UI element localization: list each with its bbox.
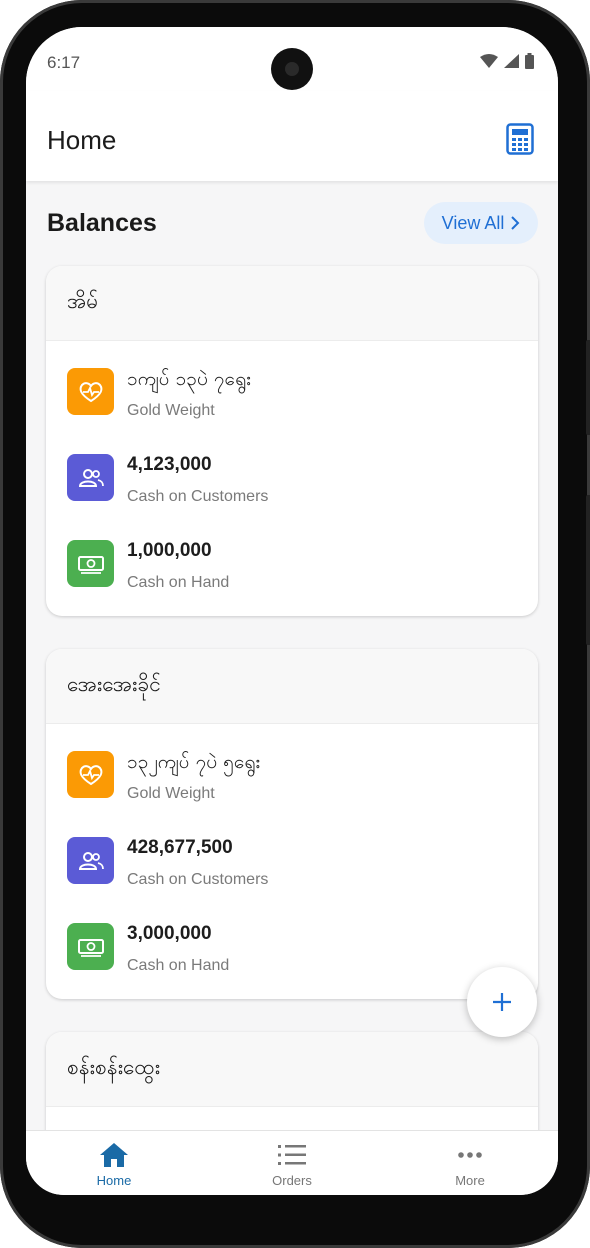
cash-on-customers-value: 4,123,000 [127, 454, 212, 475]
cash-on-hand-row: 3,000,000 Cash on Hand [67, 923, 229, 974]
gold-heart-icon [67, 751, 114, 798]
front-camera [271, 48, 313, 90]
plus-icon [493, 993, 511, 1011]
users-icon [67, 837, 114, 884]
tab-orders-label: Orders [272, 1173, 312, 1188]
page-title: Home [47, 125, 117, 155]
status-bar: 6:17 [26, 27, 558, 91]
volume-button [586, 340, 590, 435]
status-icons [480, 53, 534, 69]
banknote-icon [67, 923, 114, 970]
balances-title: Balances [47, 209, 157, 237]
app-bar: Home [26, 91, 558, 181]
cash-on-customers-label: Cash on Customers [127, 488, 269, 505]
gold-weight-row: ၁ကျပ် ၁၃ပဲ ၇ရွေး Gold Weight [67, 368, 251, 419]
cash-on-hand-value: 3,000,000 [127, 923, 212, 944]
cash-on-customers-row: 4,123,000 Cash on Customers [67, 454, 268, 505]
gold-weight-value: ၁၃၂ကျပ် ၇ပဲ ၅ရွေး [127, 751, 261, 773]
gold-weight-row: ၁၃၂ကျပ် ၇ပဲ ၅ရွေး Gold Weight [67, 751, 261, 802]
cash-on-customers-label: Cash on Customers [127, 871, 269, 888]
cash-on-customers-value: 428,677,500 [127, 837, 233, 858]
bottom-nav: Home Orders More [26, 1130, 558, 1195]
power-button [586, 495, 590, 645]
users-icon [67, 454, 114, 501]
cash-on-customers-row: 428,677,500 Cash on Customers [67, 837, 268, 888]
cash-on-hand-label: Cash on Hand [127, 957, 230, 974]
add-button[interactable] [467, 967, 537, 1037]
cash-on-hand-label: Cash on Hand [127, 574, 230, 591]
cash-on-hand-value: 1,000,000 [127, 540, 212, 561]
view-all-label: View All [441, 212, 505, 233]
balance-card[interactable]: အိမ် ၁ကျပ် ၁၃ပဲ ၇ရွေး Gold Weight 4,123,… [46, 266, 538, 616]
wifi-icon [480, 54, 498, 68]
gold-weight-label: Gold Weight [127, 785, 215, 802]
more-icon [458, 1152, 482, 1158]
balance-card[interactable]: အေးအေးခိုင် ၁၃၂ကျပ် ၇ပဲ ၅ရွေး Gold Weigh… [46, 649, 538, 999]
chevron-right-icon [511, 216, 520, 230]
tab-home-label: Home [96, 1173, 132, 1188]
battery-icon [525, 53, 534, 69]
card-title: စန်းစန်းထွေး [46, 1032, 538, 1107]
tab-more[interactable]: More [410, 1131, 530, 1195]
tab-orders[interactable]: Orders [232, 1131, 352, 1195]
gold-weight-value: ၁ကျပ် ၁၃ပဲ ၇ရွေး [127, 368, 251, 390]
tab-more-label: More [455, 1173, 485, 1188]
card-title: အေးအေးခိုင် [46, 649, 538, 724]
home-icon [100, 1143, 128, 1167]
phone-frame: 6:17 Home Balances View All အိမ် ၁ကျပ် ၁… [0, 0, 590, 1248]
cash-on-hand-row: 1,000,000 Cash on Hand [67, 540, 229, 591]
view-all-button[interactable]: View All [424, 202, 538, 244]
gold-weight-label: Gold Weight [127, 402, 215, 419]
gold-heart-icon [67, 368, 114, 415]
list-icon [278, 1145, 306, 1165]
status-time: 6:17 [47, 53, 81, 72]
banknote-icon [67, 540, 114, 587]
card-title: အိမ် [46, 266, 538, 341]
screen: 6:17 Home Balances View All အိမ် ၁ကျပ် ၁… [26, 27, 558, 1195]
tab-home[interactable]: Home [54, 1131, 174, 1195]
calculator-icon[interactable] [506, 123, 534, 155]
signal-icon [504, 54, 519, 68]
